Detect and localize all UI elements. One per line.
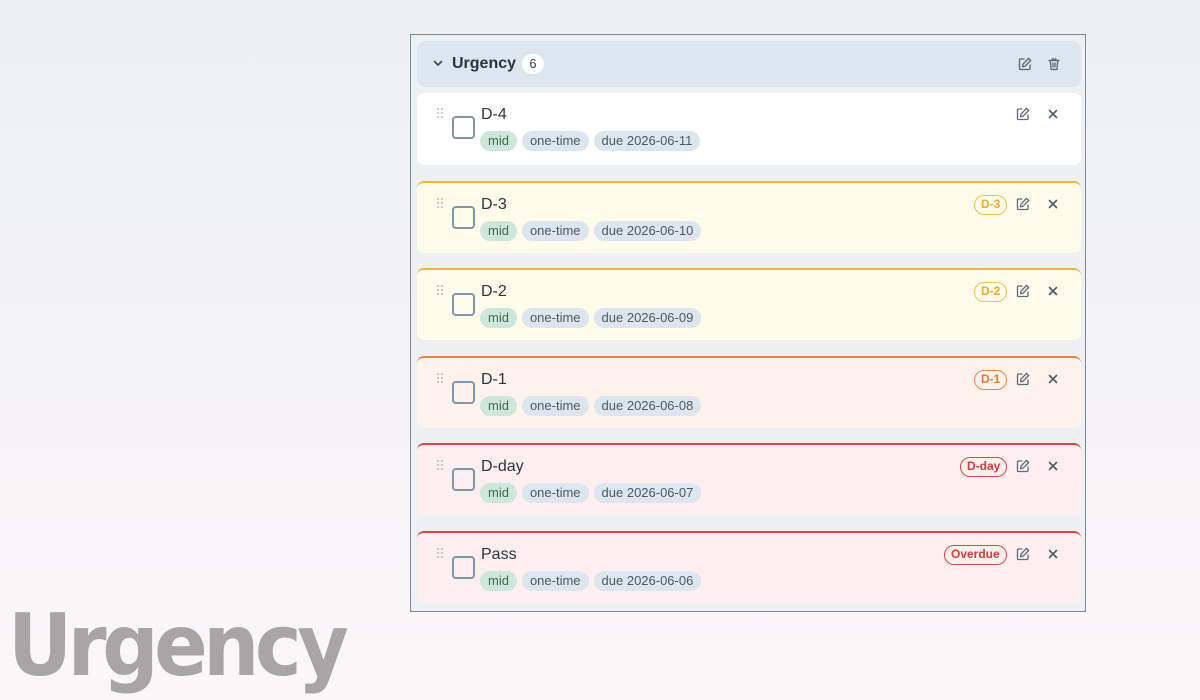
task-tags: mid one-time due 2026-06-08 bbox=[480, 395, 702, 416]
priority-tag: mid bbox=[480, 395, 517, 416]
chevron-down-icon[interactable] bbox=[431, 56, 445, 70]
due-date-tag: due 2026-06-07 bbox=[593, 483, 702, 504]
task-title: D-1 bbox=[481, 370, 507, 388]
priority-tag: mid bbox=[480, 220, 517, 241]
edit-task-icon[interactable] bbox=[1015, 371, 1031, 387]
task-checkbox[interactable] bbox=[452, 293, 475, 317]
due-date-tag: due 2026-06-11 bbox=[593, 131, 701, 151]
close-icon[interactable] bbox=[1046, 372, 1060, 386]
close-icon[interactable] bbox=[1046, 284, 1060, 298]
edit-task-icon[interactable] bbox=[1015, 196, 1031, 212]
edit-task-icon[interactable] bbox=[1015, 106, 1031, 122]
task-title: D-2 bbox=[481, 283, 507, 301]
recurrence-tag: one-time bbox=[521, 131, 589, 151]
task-checkbox[interactable] bbox=[452, 380, 475, 404]
task-tags: mid one-time due 2026-06-09 bbox=[480, 308, 702, 329]
task-checkbox[interactable] bbox=[452, 556, 475, 579]
close-icon[interactable] bbox=[1046, 547, 1060, 561]
edit-group-icon[interactable] bbox=[1017, 56, 1033, 72]
urgency-watermark: Urgency bbox=[8, 596, 349, 696]
recurrence-tag: one-time bbox=[521, 571, 589, 591]
recurrence-tag: one-time bbox=[521, 220, 589, 241]
close-icon[interactable] bbox=[1046, 107, 1060, 121]
drag-handle-icon[interactable] bbox=[436, 197, 444, 209]
edit-task-icon[interactable] bbox=[1015, 546, 1031, 562]
task-card[interactable]: D-3 mid one-time due 2026-06-10 D-3 bbox=[417, 180, 1081, 253]
drag-handle-icon[interactable] bbox=[436, 459, 444, 471]
priority-tag: mid bbox=[480, 483, 517, 504]
task-card[interactable]: D-day mid one-time due 2026-06-07 D-day bbox=[417, 443, 1081, 516]
urgency-badge: Overdue bbox=[944, 545, 1007, 565]
urgency-badge: D-day bbox=[960, 457, 1008, 478]
task-card[interactable]: D-1 mid one-time due 2026-06-08 D-1 bbox=[417, 355, 1081, 428]
task-tags: mid one-time due 2026-06-06 bbox=[480, 571, 702, 591]
due-date-tag: due 2026-06-10 bbox=[593, 220, 702, 241]
due-date-tag: due 2026-06-06 bbox=[593, 571, 702, 591]
recurrence-tag: one-time bbox=[521, 483, 589, 504]
priority-tag: mid bbox=[480, 571, 517, 591]
close-icon[interactable] bbox=[1046, 197, 1060, 211]
task-card[interactable]: D-4 mid one-time due 2026-06-11 bbox=[417, 93, 1081, 165]
task-checkbox[interactable] bbox=[452, 116, 475, 139]
task-title: Pass bbox=[481, 546, 517, 563]
task-title: D-3 bbox=[481, 195, 507, 213]
recurrence-tag: one-time bbox=[521, 395, 589, 416]
urgency-badge: D-3 bbox=[974, 194, 1008, 215]
task-title: D-4 bbox=[481, 106, 507, 123]
due-date-tag: due 2026-06-09 bbox=[593, 308, 702, 329]
close-icon[interactable] bbox=[1046, 459, 1060, 473]
task-card[interactable]: Pass mid one-time due 2026-06-06 Overdue bbox=[417, 531, 1081, 603]
task-title: D-day bbox=[481, 458, 524, 476]
priority-tag: mid bbox=[480, 131, 517, 151]
due-date-tag: due 2026-06-08 bbox=[593, 395, 702, 416]
drag-handle-icon[interactable] bbox=[436, 547, 444, 559]
task-checkbox[interactable] bbox=[452, 468, 475, 492]
task-tags: mid one-time due 2026-06-11 bbox=[480, 131, 701, 151]
urgency-badge: D-2 bbox=[974, 282, 1008, 303]
edit-task-icon[interactable] bbox=[1015, 283, 1031, 299]
group-count-badge: 6 bbox=[522, 54, 544, 74]
task-tags: mid one-time due 2026-06-10 bbox=[480, 220, 702, 241]
task-card[interactable]: D-2 mid one-time due 2026-06-09 D-2 bbox=[417, 268, 1081, 341]
drag-handle-icon[interactable] bbox=[436, 107, 444, 119]
drag-handle-icon[interactable] bbox=[436, 372, 444, 384]
task-tags: mid one-time due 2026-06-07 bbox=[480, 483, 702, 504]
edit-task-icon[interactable] bbox=[1015, 458, 1031, 474]
urgency-badge: D-1 bbox=[974, 369, 1008, 390]
group-title: Urgency bbox=[452, 55, 517, 72]
trash-icon[interactable] bbox=[1046, 56, 1062, 72]
task-panel: Urgency 6 D-4 mid one-time due 2026-06-11 D-… bbox=[410, 34, 1086, 612]
task-checkbox[interactable] bbox=[452, 205, 475, 229]
group-header-urgency: Urgency 6 bbox=[417, 41, 1081, 87]
priority-tag: mid bbox=[480, 308, 517, 329]
recurrence-tag: one-time bbox=[521, 308, 589, 329]
drag-handle-icon[interactable] bbox=[436, 284, 444, 296]
